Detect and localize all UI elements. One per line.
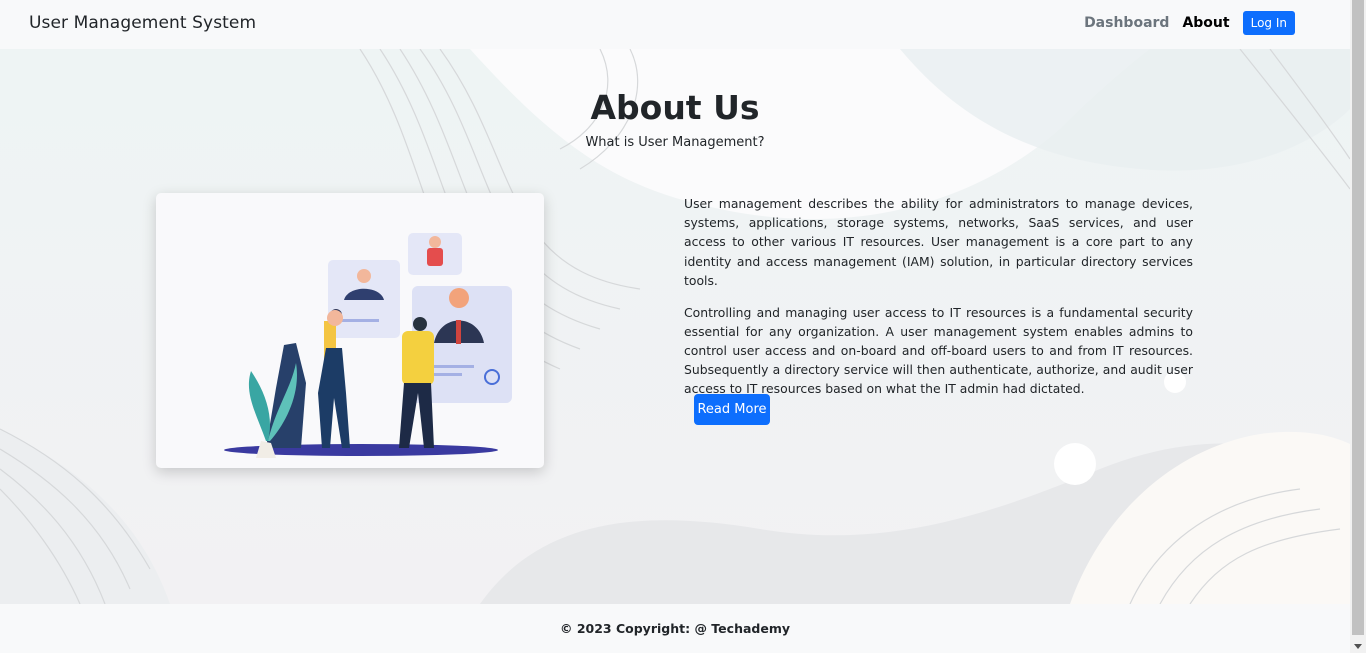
page-subtitle: What is User Management? (585, 135, 765, 150)
login-button[interactable]: Log In (1242, 11, 1295, 35)
navbar: User Management System Dashboard About L… (0, 0, 1350, 49)
footer: © 2023 Copyright: @ Techademy (0, 604, 1350, 653)
nav-link-about[interactable]: About (1182, 15, 1229, 31)
about-paragraph-1: User management describes the ability fo… (684, 196, 1193, 288)
illustration-card (156, 193, 544, 468)
vertical-scrollbar[interactable] (1350, 0, 1366, 653)
nav-link-dashboard[interactable]: Dashboard (1084, 15, 1169, 31)
about-description: User management describes the ability fo… (684, 194, 1193, 411)
about-paragraph-2: Controlling and managing user access to … (684, 304, 1193, 397)
scroll-down-icon[interactable] (1354, 644, 1362, 649)
brand-title[interactable]: User Management System (29, 13, 256, 33)
read-more-button[interactable]: Read More (694, 394, 770, 425)
nav-links: Dashboard About Log In (1084, 11, 1295, 35)
page-title: About Us (590, 88, 760, 127)
user-management-illustration (224, 233, 512, 458)
copyright-text: © 2023 Copyright: @ Techademy (559, 621, 790, 636)
scrollbar-thumb[interactable] (1352, 0, 1364, 635)
